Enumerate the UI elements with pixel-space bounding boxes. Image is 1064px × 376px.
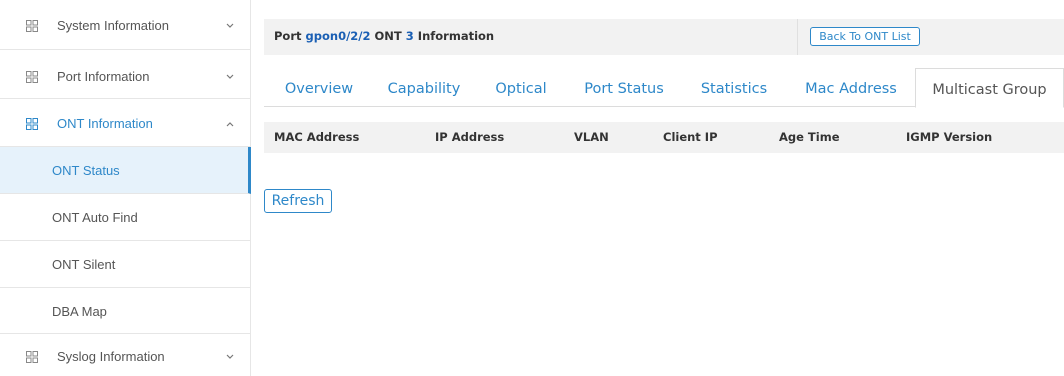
submenu-label: ONT Auto Find [52, 210, 138, 225]
title-ont-label: ONT [374, 29, 402, 43]
title-suffix: Information [417, 29, 495, 43]
chevron-down-icon [225, 73, 235, 81]
tab-optical[interactable]: Optical [493, 68, 549, 107]
port-link[interactable]: gpon0/2/2 [306, 29, 371, 43]
header-divider [797, 19, 798, 55]
sidebar-item-ont-auto-find[interactable]: ONT Auto Find [0, 194, 251, 241]
column-client-ip: Client IP [663, 130, 718, 144]
column-vlan: VLAN [574, 130, 609, 144]
tab-capability[interactable]: Capability [384, 68, 464, 107]
refresh-button[interactable]: Refresh [264, 189, 332, 213]
tab-mac-address[interactable]: Mac Address [801, 68, 901, 107]
grid-icon [26, 71, 38, 83]
grid-icon [26, 351, 38, 363]
tab-multicast-group[interactable]: Multicast Group [915, 68, 1064, 108]
submenu-label: ONT Silent [52, 257, 116, 272]
column-ip-address: IP Address [435, 130, 505, 144]
submenu-label: DBA Map [52, 304, 107, 319]
menu-label: Port Information [57, 69, 150, 84]
chevron-down-icon [225, 22, 235, 30]
column-igmp-version: IGMP Version [906, 130, 993, 144]
menu-ont-information[interactable]: ONT Information [0, 99, 251, 147]
column-age-time: Age Time [779, 130, 840, 144]
chevron-down-icon [225, 353, 235, 361]
page-header: Port gpon0/2/2 ONT 3 Information Back To… [264, 19, 1064, 55]
chevron-up-icon [225, 120, 235, 128]
tab-overview[interactable]: Overview [282, 68, 356, 107]
menu-label: System Information [57, 18, 169, 33]
grid-icon [26, 118, 38, 130]
sidebar-item-dba-map[interactable]: DBA Map [0, 288, 251, 334]
menu-port-information[interactable]: Port Information [0, 50, 251, 99]
sidebar-item-ont-silent[interactable]: ONT Silent [0, 241, 251, 288]
sidebar: System Information Port Information ONT … [0, 0, 251, 376]
menu-label: ONT Information [57, 116, 153, 131]
back-to-ont-list-button[interactable]: Back To ONT List [810, 27, 920, 46]
ont-id-link[interactable]: 3 [406, 29, 414, 43]
tab-bar: Overview Capability Optical Port Status … [264, 68, 1064, 108]
page-title: Port gpon0/2/2 ONT 3 Information [274, 29, 494, 43]
sidebar-item-ont-status[interactable]: ONT Status [0, 147, 251, 194]
tab-port-status[interactable]: Port Status [578, 68, 670, 107]
menu-syslog-information[interactable]: Syslog Information [0, 334, 251, 376]
grid-icon [26, 20, 38, 32]
table-header: MAC Address IP Address VLAN Client IP Ag… [264, 122, 1064, 153]
column-mac-address: MAC Address [274, 130, 360, 144]
submenu-label: ONT Status [52, 163, 120, 178]
menu-label: Syslog Information [57, 349, 165, 364]
tab-statistics[interactable]: Statistics [697, 68, 771, 107]
title-prefix: Port [274, 29, 302, 43]
menu-system-information[interactable]: System Information [0, 0, 251, 50]
